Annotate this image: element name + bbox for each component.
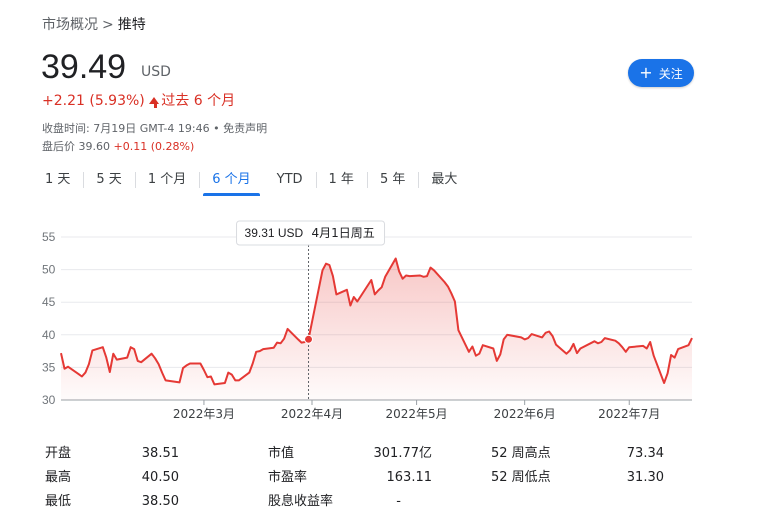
y-tick-label: 55 — [42, 230, 56, 244]
plus-icon: + — [639, 63, 653, 82]
stats-table: 开盘 38.51 市值 301.77亿 52 周高点 73.34 最高 40.5… — [0, 438, 771, 518]
y-tick-label: 35 — [42, 360, 56, 374]
after-hours-change: +0.11 (0.28%) — [113, 140, 195, 153]
y-tick-label: 45 — [42, 295, 56, 309]
after-hours: 盘后价 39.60 +0.11 (0.28%) — [42, 138, 194, 154]
follow-button-label: 关注 — [658, 66, 683, 81]
breadcrumb: 市场概况 > 推特 — [42, 14, 146, 34]
stat-52w-low-value: 31.30 — [626, 470, 664, 485]
x-tick-label: 2022年6月 — [494, 407, 556, 421]
tab-1m[interactable]: 1 个月 — [134, 170, 199, 196]
price-change: +2.21 (5.93%) 过去 6 个月 — [42, 90, 235, 110]
stats-row: 最高 40.50 市盈率 163.11 52 周低点 31.30 — [0, 468, 771, 488]
stat-pe-value: 163.11 — [386, 470, 433, 485]
stat-low-value: 38.50 — [141, 494, 179, 509]
stat-52w-high-value: 73.34 — [626, 446, 664, 461]
change-period: 过去 6 个月 — [161, 93, 236, 109]
stat-high-label: 最高 — [45, 470, 72, 485]
stat-52w-low-label: 52 周低点 — [491, 470, 551, 485]
tab-5d[interactable]: 5 天 — [83, 170, 134, 196]
tab-5y[interactable]: 5 年 — [366, 170, 418, 196]
close-time: 收盘时间: 7月19日 GMT-4 19:46 • 免责声明 — [42, 122, 268, 135]
tooltip-date: 4月1日周五 — [312, 226, 375, 240]
stat-low-label: 最低 — [45, 494, 72, 509]
stat-pe-label: 市盈率 — [268, 470, 308, 485]
stats-row: 开盘 38.51 市值 301.77亿 52 周高点 73.34 — [0, 444, 771, 464]
stat-high-value: 40.50 — [141, 470, 179, 485]
y-tick-label: 50 — [42, 263, 56, 277]
change-value: +2.21 (5.93%) — [42, 93, 145, 109]
tab-max[interactable]: 最大 — [418, 170, 470, 196]
breadcrumb-parent-link[interactable]: 市场概况 — [42, 17, 98, 33]
x-tick-label: 2022年3月 — [173, 407, 235, 421]
stat-52w-high-label: 52 周高点 — [491, 446, 551, 461]
stats-row: 最低 38.50 股息收益率 - — [0, 492, 771, 512]
stat-market-cap-label: 市值 — [268, 446, 295, 461]
y-tick-label: 40 — [42, 328, 56, 342]
range-tabs: 1 天 5 天 1 个月 6 个月 YTD 1 年 5 年 最大 — [32, 170, 470, 196]
tab-1d[interactable]: 1 天 — [32, 170, 83, 196]
breadcrumb-separator: > — [102, 17, 114, 33]
price-chart[interactable]: 30 35 40 45 50 55 2022年3月 2022年4月 2022年5月 2022年6月… — [0, 215, 771, 430]
stat-open-value: 38.51 — [141, 446, 179, 461]
price-area — [61, 258, 692, 400]
currency-label: USD — [141, 64, 171, 80]
highlight-point — [304, 334, 314, 344]
tab-6m[interactable]: 6 个月 — [199, 170, 263, 196]
x-tick-label: 2022年7月 — [598, 407, 660, 421]
y-tick-label: 30 — [42, 393, 56, 407]
tab-ytd[interactable]: YTD — [264, 170, 316, 196]
stat-open-label: 开盘 — [45, 446, 72, 461]
tooltip-price: 39.31 USD — [245, 226, 304, 240]
after-hours-price: 盘后价 39.60 — [42, 140, 110, 153]
tab-1y[interactable]: 1 年 — [315, 170, 367, 196]
stat-market-cap-value: 301.77亿 — [373, 446, 433, 461]
x-tick-label: 2022年5月 — [385, 407, 447, 421]
stock-price: 39.49 — [41, 48, 127, 86]
x-tick-label: 2022年4月 — [281, 407, 343, 421]
breadcrumb-current: 推特 — [117, 17, 146, 33]
up-arrow-icon-stem — [154, 103, 158, 108]
follow-button[interactable]: + 关注 — [628, 59, 694, 87]
stat-dividend-label: 股息收益率 — [268, 494, 334, 509]
stat-dividend-value: - — [396, 494, 401, 509]
